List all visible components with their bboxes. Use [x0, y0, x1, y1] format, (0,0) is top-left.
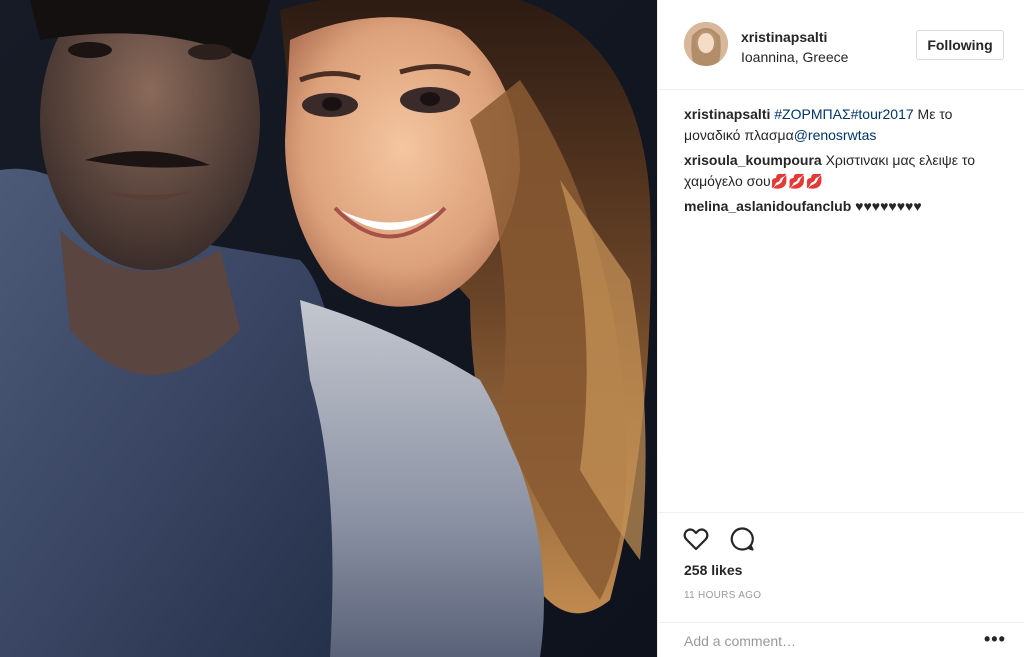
hashtag-link[interactable]: #tour2017	[851, 106, 914, 122]
comment-user[interactable]: melina_aslanidoufanclub	[684, 198, 851, 214]
caption-user[interactable]: xristinapsalti	[684, 106, 770, 122]
following-button[interactable]: Following	[916, 30, 1004, 60]
post-actions	[658, 512, 1024, 551]
more-options-icon[interactable]: •••	[984, 629, 1006, 650]
caption: xristinapsalti #ΖΟΡΜΠΑΣ#tour2017 Με το μ…	[684, 104, 1002, 146]
post-photo[interactable]	[0, 0, 657, 657]
comment-text: ♥♥♥♥♥♥♥♥	[855, 198, 922, 214]
instagram-post: xristinapsalti Ioannina, Greece Followin…	[0, 0, 1024, 657]
timestamp[interactable]: 11 HOURS AGO	[684, 590, 761, 601]
avatar[interactable]	[684, 22, 728, 66]
avatar-image	[684, 22, 728, 66]
comment-input[interactable]	[684, 633, 974, 649]
likes-count[interactable]: 258 likes	[684, 562, 742, 578]
username[interactable]: xristinapsalti	[741, 29, 827, 45]
post-header: xristinapsalti Ioannina, Greece Followin…	[658, 0, 1024, 90]
heart-icon[interactable]	[682, 525, 710, 553]
comments-list: xristinapsalti #ΖΟΡΜΠΑΣ#tour2017 Με το μ…	[684, 104, 1002, 221]
comment-user[interactable]: xrisoula_koumpoura	[684, 152, 822, 168]
location[interactable]: Ioannina, Greece	[741, 49, 848, 65]
post-sidebar: xristinapsalti Ioannina, Greece Followin…	[657, 0, 1024, 657]
list-item: xrisoula_koumpoura Χριστινακι μας ελειψε…	[684, 150, 1002, 192]
comment-icon[interactable]	[728, 525, 756, 553]
list-item: melina_aslanidoufanclub ♥♥♥♥♥♥♥♥	[684, 196, 1002, 217]
selfie-photo-image	[0, 0, 657, 657]
add-comment-bar: •••	[658, 622, 1024, 657]
hashtag-link[interactable]: #ΖΟΡΜΠΑΣ	[774, 106, 850, 122]
mention-link[interactable]: @renosrwtas	[794, 127, 877, 143]
